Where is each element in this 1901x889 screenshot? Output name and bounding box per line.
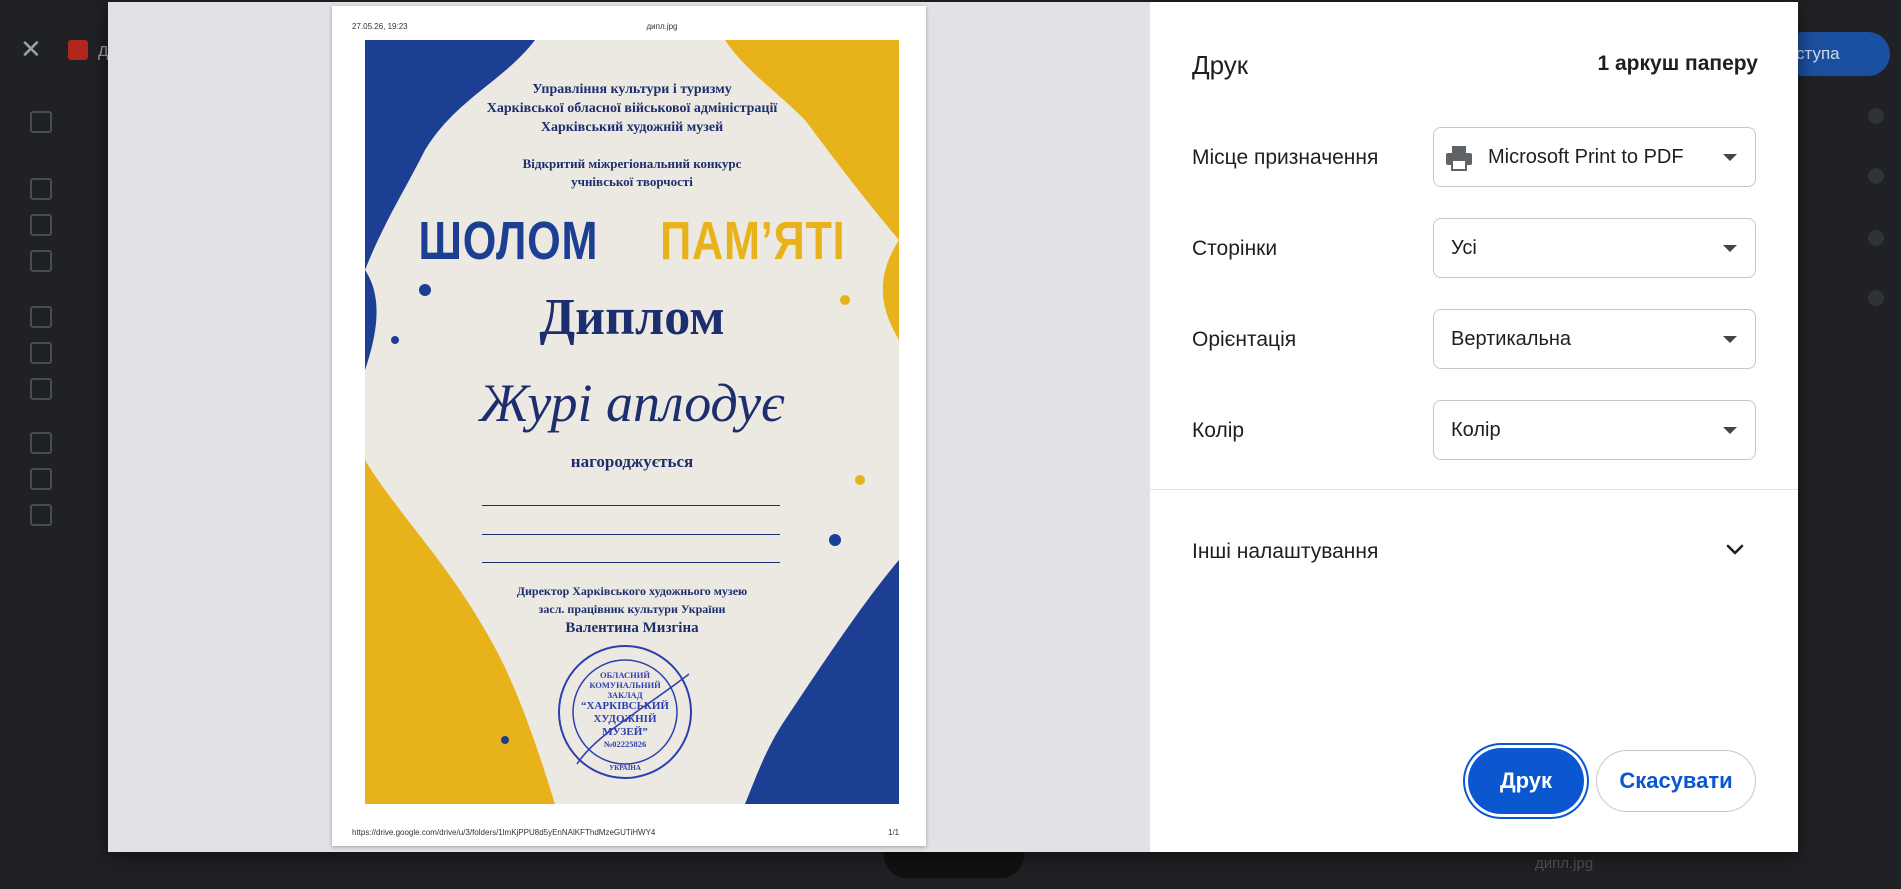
diploma-event-part1: ШОЛОМ [418,211,599,271]
cloud-icon [30,504,52,526]
dialog-title: Друк [1192,50,1249,80]
diploma-heading: Диплом [539,289,725,346]
computer-icon [30,250,52,272]
destination-value: Microsoft Print to PDF [1488,146,1684,168]
stamp-line: ХУДОЖНІЙ [593,713,657,725]
diploma-stamp: ОБЛАСНИЙ КОМУНАЛЬНИЙ ЗАКЛАД “ХАРКІВСЬКИЙ… [557,644,693,780]
dropdown-arrow-icon [1723,427,1737,434]
stamp-line: “ХАРКІВСЬКИЙ [580,700,669,712]
dropdown-arrow-icon [1723,154,1737,161]
print-preview-pane: 27.05.26, 19:23 дипл.jpg Управління куль… [108,2,1150,852]
stamp-line: №02225826 [603,739,647,749]
diploma-award: Журі аплодує [479,373,785,433]
stamp-line: ОБЛАСНИЙ [599,670,651,680]
cancel-button[interactable]: Скасувати [1596,750,1756,812]
preview-page: 27.05.26, 19:23 дипл.jpg Управління куль… [332,6,926,846]
diploma-event-title: ШОЛОМ ПАМ’ЯТІ [365,210,899,272]
background-right-icon [1868,290,1884,306]
diploma-contest-line1: Відкритий міжрегіональний конкурс [522,156,742,171]
background-right-icon [1868,108,1884,124]
preview-header-datetime: 27.05.26, 19:23 [352,22,408,31]
diploma-blank-line [482,505,780,506]
diploma-signer-name: Валентина Мизгіна [565,620,699,636]
dropdown-arrow-icon [1723,336,1737,343]
image-file-icon [68,40,88,60]
stamp-line: МУЗЕЙ” [602,726,648,738]
spam-icon [30,432,52,454]
diploma-contest-line2: учнівської творчості [571,174,693,189]
background-right-icon [1868,168,1884,184]
close-icon: ✕ [20,34,42,64]
orientation-value: Вертикальна [1451,328,1572,350]
orientation-label: Орієнтація [1192,328,1297,351]
preview-header-title: дипл.jpg [646,22,678,31]
more-settings-toggle[interactable]: Інші налаштування [1192,540,1378,564]
background-file-name: д [98,40,109,60]
print-dialog: 27.05.26, 19:23 дипл.jpg Управління куль… [108,2,1798,852]
pages-select[interactable]: Усі [1433,218,1756,278]
star-icon [30,378,52,400]
stamp-line: КОМУНАЛЬНИЙ [589,680,661,690]
printer-icon [1446,146,1472,171]
diploma-org-line1: Управління культури і туризму [532,82,732,97]
stamp-text: ОБЛАСНИЙ КОМУНАЛЬНИЙ ЗАКЛАД “ХАРКІВСЬКИЙ… [557,670,693,749]
dropdown-arrow-icon [1723,245,1737,252]
chevron-down-icon[interactable] [1723,538,1747,562]
drive-icon [30,214,52,236]
diploma-event-part2: ПАМ’ЯТІ [659,211,846,271]
background-share-button: ступа [1782,32,1890,76]
background-bottom-item: дипл.jpg [1535,855,1594,872]
home-icon [30,178,52,200]
diploma-awarded: нагороджується [570,452,694,471]
preview-footer-page: 1/1 [888,828,900,837]
sheet-count: 1 аркуш паперу [1597,52,1758,75]
color-select[interactable]: Колір [1433,400,1756,460]
pages-value: Усі [1451,237,1477,259]
stamp-ring-text: УКРАЇНА [609,764,641,772]
color-value: Колір [1451,419,1501,441]
diploma-signer-line1: Директор Харківського художнього музею [516,584,748,598]
pages-label: Сторінки [1192,237,1278,260]
shared-icon [30,306,52,328]
diploma-blank-line [482,562,780,563]
diploma-image: Управління культури і туризму Харківсько… [365,40,899,804]
preview-footer-url: https://drive.google.com/drive/u/3/folde… [352,828,656,837]
trash-icon [30,468,52,490]
recent-icon [30,342,52,364]
destination-select[interactable]: Microsoft Print to PDF [1433,127,1756,187]
destination-label: Місце призначення [1192,146,1379,169]
diploma-blank-line [482,534,780,535]
print-settings-pane: Друк 1 аркуш паперу Місце призначення Mi… [1150,2,1798,852]
diploma-org-line3: Харківський художній музей [540,120,724,135]
diploma-org-line2: Харківської обласної військової адмініст… [486,101,778,116]
background-right-icon [1868,230,1884,246]
stamp-line: ЗАКЛАД [607,690,643,700]
section-divider [1150,489,1798,490]
print-button[interactable]: Друк [1468,748,1584,814]
diploma-signer-line2: засл. працівник культури України [538,602,726,616]
orientation-select[interactable]: Вертикальна [1433,309,1756,369]
add-icon [30,111,52,133]
color-label: Колір [1192,419,1245,442]
